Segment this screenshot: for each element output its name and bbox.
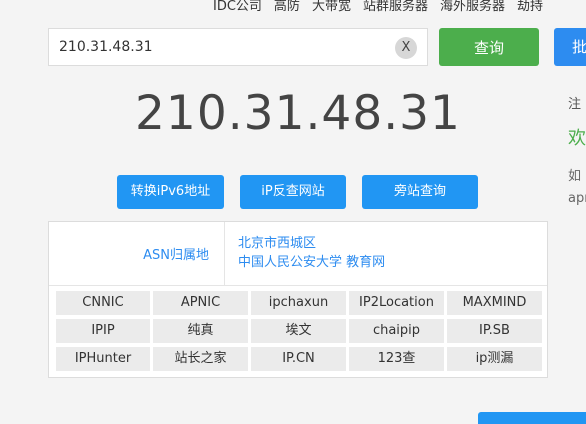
nav-hijack[interactable]: 劫持 (517, 0, 543, 16)
panel-divider (49, 285, 547, 286)
query-button[interactable]: 查询 (439, 28, 539, 66)
data-source-grid: CNNIC APNIC ipchaxun IP2Location MAXMIND… (56, 291, 542, 371)
clear-icon[interactable]: X (395, 37, 417, 59)
nav-station-server[interactable]: 站群服务器 (363, 0, 428, 16)
ip-search-input[interactable] (49, 29, 389, 65)
top-navigation: IDC公司 高防 大带宽 站群服务器 海外服务器 劫持 (213, 0, 543, 16)
source-ip2location[interactable]: IP2Location (349, 291, 444, 315)
source-ipsb[interactable]: IP.SB (447, 319, 542, 343)
result-ip-heading: 210.31.48.31 (135, 86, 461, 141)
source-chunzhen[interactable]: 纯真 (153, 319, 248, 343)
source-ip-leak[interactable]: ip测漏 (447, 347, 542, 371)
side-site-query-button[interactable]: 旁站查询 (362, 175, 478, 209)
asn-value: 北京市西城区 中国人民公安大学 教育网 (238, 234, 385, 272)
sidebar-welcome: 欢 (568, 128, 586, 149)
asn-divider (224, 222, 225, 286)
source-ipchaxun[interactable]: ipchaxun (251, 291, 346, 315)
search-box: X (48, 28, 428, 66)
convert-ipv6-button[interactable]: 转换iPv6地址 (117, 175, 224, 209)
source-chaipip[interactable]: chaipip (349, 319, 444, 343)
nav-bandwidth[interactable]: 大带宽 (312, 0, 351, 16)
source-chinaz[interactable]: 站长之家 (153, 347, 248, 371)
source-123cha[interactable]: 123查 (349, 347, 444, 371)
asn-organization[interactable]: 中国人民公安大学 教育网 (238, 253, 385, 272)
source-maxmind[interactable]: MAXMIND (447, 291, 542, 315)
bottom-button-partial[interactable] (478, 412, 586, 424)
source-ipip[interactable]: IPIP (56, 319, 150, 343)
asn-location[interactable]: 北京市西城区 (238, 234, 385, 253)
ip-info-panel: ASN归属地 北京市西城区 中国人民公安大学 教育网 CNNIC APNIC i… (48, 221, 548, 378)
reverse-ip-button[interactable]: iP反查网站 (240, 175, 346, 209)
source-ipcn[interactable]: IP.CN (251, 347, 346, 371)
source-aiwen[interactable]: 埃文 (251, 319, 346, 343)
source-iphunter[interactable]: IPHunter (56, 347, 150, 371)
nav-ddos[interactable]: 高防 (274, 0, 300, 16)
asn-label: ASN归属地 (143, 248, 209, 263)
source-cnnic[interactable]: CNNIC (56, 291, 150, 315)
nav-idc[interactable]: IDC公司 (213, 0, 262, 16)
source-apnic[interactable]: APNIC (153, 291, 248, 315)
batch-query-button[interactable]: 批 (554, 28, 586, 66)
sidebar-text-line: apr (568, 191, 586, 206)
sidebar-text-line: 如 (568, 169, 582, 184)
nav-overseas-server[interactable]: 海外服务器 (440, 0, 505, 16)
sidebar-note: 注 (568, 97, 582, 112)
